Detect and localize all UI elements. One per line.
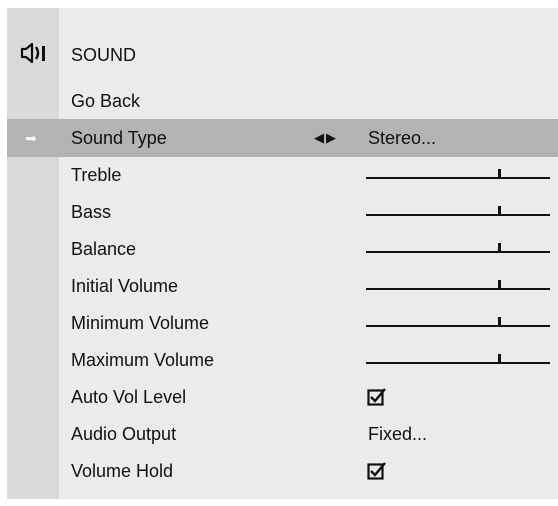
menu-item-label: Volume Hold — [71, 461, 174, 481]
menu-title: SOUND — [71, 45, 137, 65]
menu-item-balance[interactable]: Balance — [7, 230, 558, 268]
menu-item-label: Initial Volume — [71, 276, 179, 296]
checkbox-checked-icon[interactable] — [367, 461, 387, 481]
menu-item-go-back[interactable]: Go Back — [7, 82, 558, 120]
menu-item-label: Balance — [71, 239, 137, 259]
menu-item-label: Audio Output — [71, 424, 177, 444]
sound-menu-panel: SOUND Go Back ➡ Sound Type ◀▶ Stereo... Trebl… — [7, 8, 558, 499]
menu-item-initial-volume[interactable]: Initial Volume — [7, 267, 558, 305]
menu-item-auto-vol-level[interactable]: Auto Vol Level — [7, 378, 558, 416]
slider-thumb[interactable] — [498, 243, 501, 253]
level-slider[interactable] — [366, 243, 550, 257]
menu-item-maximum-volume[interactable]: Maximum Volume — [7, 341, 558, 379]
selection-arrow-icon: ➡ — [25, 130, 37, 146]
menu-item-value: Stereo... — [368, 128, 437, 148]
level-slider[interactable] — [366, 317, 550, 331]
slider-track — [366, 214, 550, 216]
menu-item-audio-output[interactable]: Audio Output Fixed... — [7, 415, 558, 453]
level-slider[interactable] — [366, 169, 550, 183]
slider-thumb[interactable] — [498, 169, 501, 179]
slider-track — [366, 251, 550, 253]
speaker-icon — [20, 42, 45, 64]
menu-item-label: Maximum Volume — [71, 350, 215, 370]
menu-item-label: Auto Vol Level — [71, 387, 187, 407]
slider-track — [366, 325, 550, 327]
level-slider[interactable] — [366, 354, 550, 368]
level-slider[interactable] — [366, 280, 550, 294]
slider-thumb[interactable] — [498, 317, 501, 327]
menu-item-label: Minimum Volume — [71, 313, 210, 333]
menu-item-label: Sound Type — [71, 128, 167, 148]
slider-thumb[interactable] — [498, 354, 501, 364]
slider-thumb[interactable] — [498, 206, 501, 216]
slider-track — [366, 362, 550, 364]
menu-item-label: Go Back — [71, 91, 141, 111]
menu-item-value: Fixed... — [368, 424, 428, 444]
slider-track — [366, 177, 550, 179]
menu-item-treble[interactable]: Treble — [7, 156, 558, 194]
menu-item-sound-type[interactable]: ➡ Sound Type ◀▶ Stereo... — [7, 119, 558, 157]
level-slider[interactable] — [366, 206, 550, 220]
checkbox-checked-icon[interactable] — [367, 387, 387, 407]
menu-item-label: Bass — [71, 202, 112, 222]
menu-item-volume-hold[interactable]: Volume Hold — [7, 452, 558, 490]
menu-item-bass[interactable]: Bass — [7, 193, 558, 231]
slider-track — [366, 288, 550, 290]
slider-thumb[interactable] — [498, 280, 501, 290]
menu-item-label: Treble — [71, 165, 122, 185]
menu-item-minimum-volume[interactable]: Minimum Volume — [7, 304, 558, 342]
left-right-arrows-icon[interactable]: ◀▶ — [314, 119, 338, 157]
